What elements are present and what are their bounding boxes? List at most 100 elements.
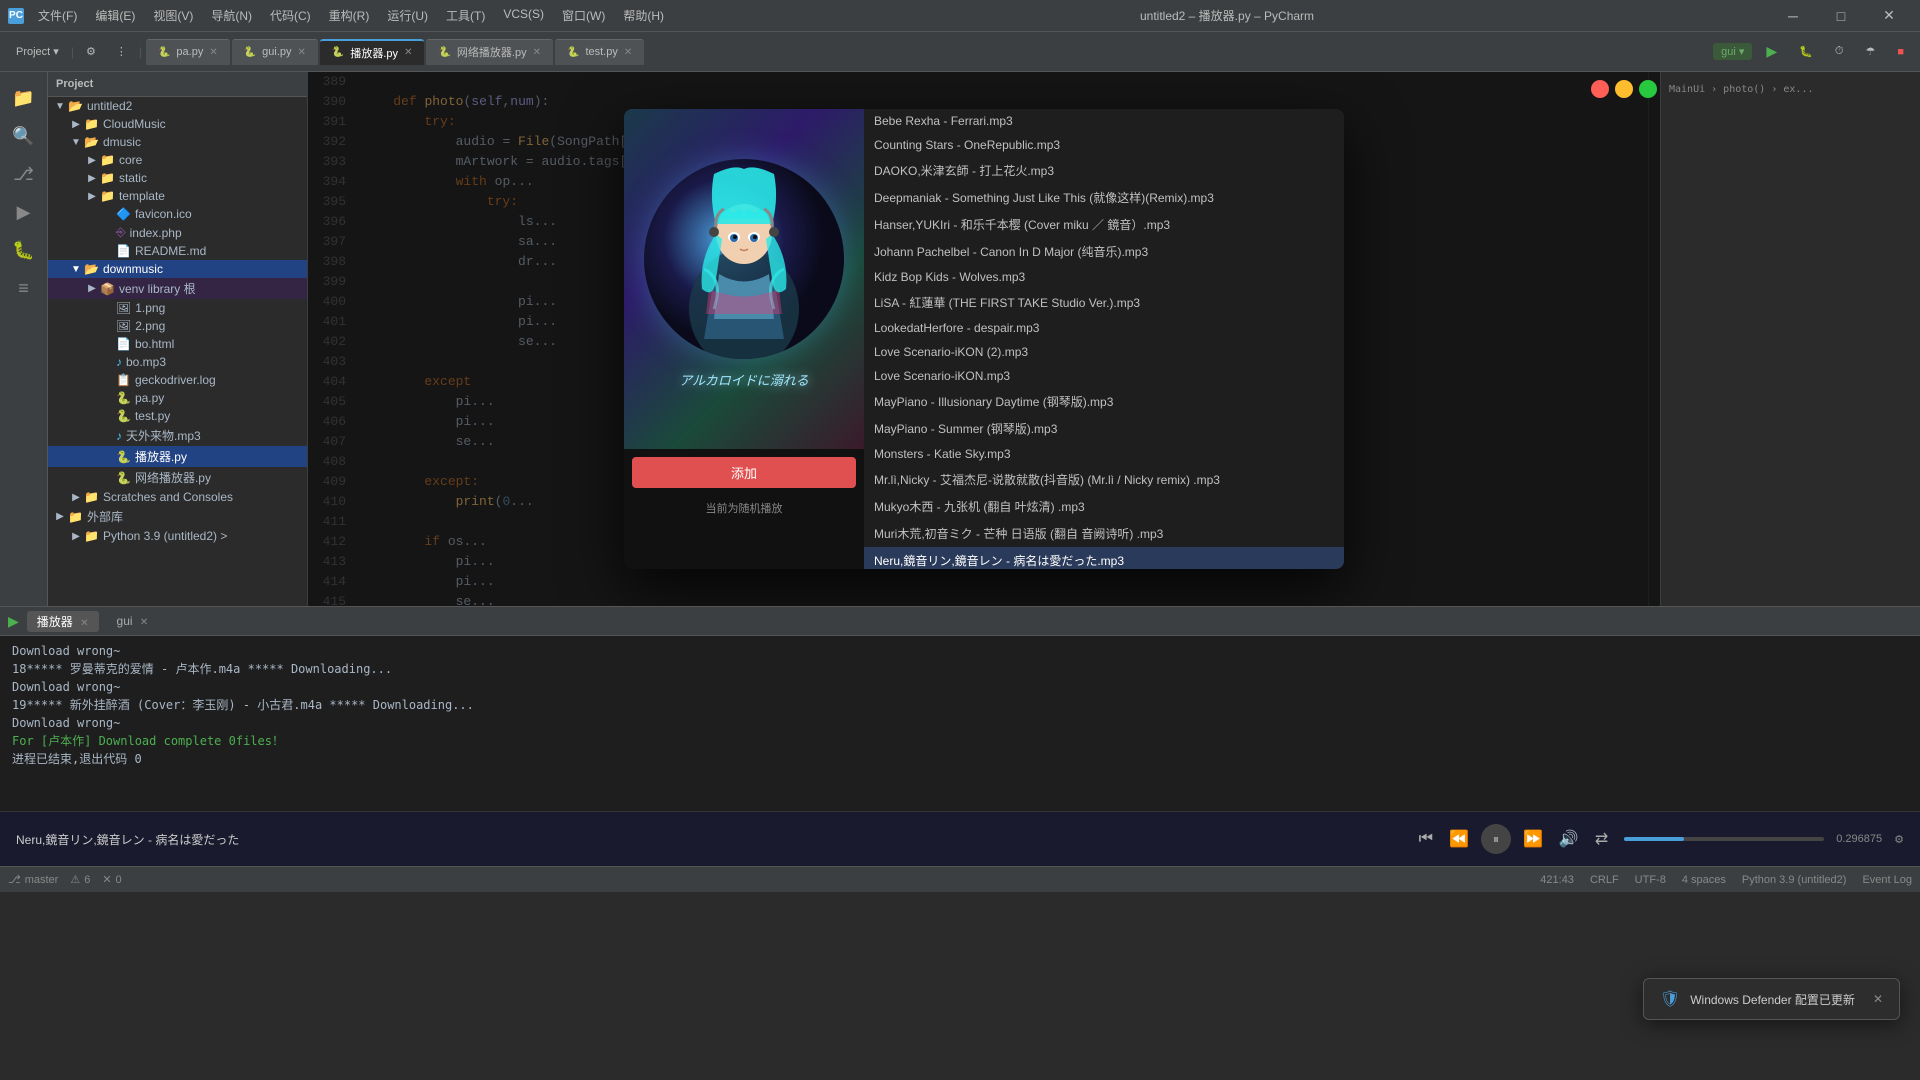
- sidebar-icon-debug[interactable]: 🐛: [6, 232, 42, 268]
- run-tab-close-player[interactable]: ✕: [80, 618, 88, 629]
- menu-help[interactable]: 帮助(H): [615, 5, 672, 26]
- run-tab-gui[interactable]: gui ✕: [107, 612, 159, 630]
- close-button[interactable]: ✕: [1866, 1, 1912, 31]
- playlist-item[interactable]: LookedatHerfore - despair.mp3: [864, 316, 1344, 340]
- run-tab-close-gui[interactable]: ✕: [140, 617, 148, 628]
- minimize-button[interactable]: ─: [1770, 1, 1816, 31]
- tree-item-template[interactable]: ▶ 📁 template: [48, 187, 307, 205]
- tree-item-ext-lib[interactable]: ▶ 📁 外部库: [48, 506, 307, 527]
- playlist-panel[interactable]: Bebe Rexha - Ferrari.mp3 Counting Stars …: [864, 109, 1344, 569]
- console-area[interactable]: Download wrong~ 18***** 罗曼蒂克的爱情 - 卢本作.m4…: [0, 636, 1920, 811]
- tab-player-py[interactable]: 🐍 播放器.py ✕: [320, 39, 425, 65]
- tree-item-static[interactable]: ▶ 📁 static: [48, 169, 307, 187]
- tree-item-tianwai-mp3[interactable]: ♪ 天外来物.mp3: [48, 425, 307, 446]
- event-log[interactable]: Event Log: [1862, 874, 1912, 886]
- playlist-item[interactable]: DAOKO,米津玄師 - 打上花火.mp3: [864, 157, 1344, 184]
- coverage-button[interactable]: ☂: [1857, 42, 1883, 61]
- progress-bar-container[interactable]: [1624, 837, 1824, 841]
- tree-item-downmusic[interactable]: ▼ 📂 downmusic: [48, 260, 307, 278]
- playlist-item[interactable]: Hanser,YUKIri - 和乐千本樱 (Cover miku ／ 鏡音）.…: [864, 211, 1344, 238]
- sidebar-icon-run[interactable]: ▶: [6, 194, 42, 230]
- menu-view[interactable]: 视图(V): [145, 5, 201, 26]
- notification-close-icon[interactable]: ✕: [1873, 992, 1883, 1006]
- tree-item-core[interactable]: ▶ 📁 core: [48, 151, 307, 169]
- tree-item-geckodriver[interactable]: 📋 geckodriver.log: [48, 371, 307, 389]
- run-button[interactable]: ▶: [1758, 40, 1785, 63]
- warning-status[interactable]: ⚠ 6: [70, 873, 90, 886]
- volume-button[interactable]: 🔊: [1555, 825, 1583, 853]
- playlist-item-playing[interactable]: Neru,鏡音リン,鏡音レン - 病名は愛だった.mp3: [864, 547, 1344, 569]
- tree-item-favicon[interactable]: 🔷 favicon.ico: [48, 205, 307, 223]
- menu-file[interactable]: 文件(F): [30, 5, 85, 26]
- tab-net-player-py[interactable]: 🐍 网络播放器.py ✕: [426, 39, 553, 65]
- tab-close-player[interactable]: ✕: [404, 47, 412, 58]
- tab-close-net-player[interactable]: ✕: [533, 47, 541, 58]
- tree-item-venv[interactable]: ▶ 📦 venv library 根: [48, 278, 307, 299]
- shuffle-button[interactable]: ⇄: [1591, 825, 1612, 853]
- python-version[interactable]: Python 3.9 (untitled2): [1742, 874, 1847, 886]
- tab-close-pa[interactable]: ✕: [209, 47, 217, 58]
- tree-item-untitled2[interactable]: ▼ 📂 untitled2: [48, 97, 307, 115]
- tab-gui-py[interactable]: 🐍 gui.py ✕: [232, 39, 318, 65]
- playlist-item[interactable]: Bebe Rexha - Ferrari.mp3: [864, 109, 1344, 133]
- playlist-item[interactable]: Kidz Bop Kids - Wolves.mp3: [864, 265, 1344, 289]
- add-song-button[interactable]: 添加: [632, 457, 856, 488]
- run-play-icon[interactable]: ▶: [8, 613, 19, 630]
- sidebar-icon-vcs[interactable]: ⎇: [6, 156, 42, 192]
- playlist-item[interactable]: MayPiano - Summer (钢琴版).mp3: [864, 415, 1344, 442]
- git-status[interactable]: ⎇ master: [8, 873, 58, 886]
- playlist-item[interactable]: Johann Pachelbel - Canon In D Major (纯音乐…: [864, 238, 1344, 265]
- menu-vcs[interactable]: VCS(S): [495, 5, 552, 26]
- tree-item-test-py[interactable]: 🐍 test.py: [48, 407, 307, 425]
- tree-item-bo-mp3[interactable]: ♪ bo.mp3: [48, 353, 307, 371]
- tree-item-player-py[interactable]: 🐍 播放器.py: [48, 446, 307, 467]
- toolbar-settings[interactable]: ⚙: [78, 42, 104, 61]
- menu-code[interactable]: 代码(C): [262, 5, 319, 26]
- playlist-item[interactable]: MayPiano - Illusionary Daytime (钢琴版).mp3: [864, 388, 1344, 415]
- menu-run[interactable]: 运行(U): [379, 5, 436, 26]
- fast-forward-button[interactable]: ⏩: [1519, 825, 1547, 853]
- playlist-item[interactable]: Mr.lì,Nicky - 艾福杰尼-说散就散(抖音版) (Mr.lì / Ni…: [864, 466, 1344, 493]
- project-dropdown[interactable]: Project ▾: [8, 42, 67, 61]
- tab-test-py[interactable]: 🐍 test.py ✕: [555, 39, 644, 65]
- tree-item-cloudmusic[interactable]: ▶ 📁 CloudMusic: [48, 115, 307, 133]
- tab-close-test[interactable]: ✕: [624, 47, 632, 58]
- tree-item-scratches[interactable]: ▶ 📁 Scratches and Consoles: [48, 488, 307, 506]
- tree-item-2png[interactable]: 🖼 2.png: [48, 317, 307, 335]
- profile-button[interactable]: ⏱: [1827, 42, 1852, 61]
- playlist-item[interactable]: LiSA - 紅蓮華 (THE FIRST TAKE Studio Ver.).…: [864, 289, 1344, 316]
- tree-item-bo-html[interactable]: 📄 bo.html: [48, 335, 307, 353]
- tree-item-index-php[interactable]: ⎆ index.php: [48, 223, 307, 242]
- settings-icon[interactable]: ⚙: [1894, 833, 1904, 846]
- debug-button[interactable]: 🐛: [1791, 42, 1821, 61]
- run-tab-player[interactable]: 播放器 ✕: [27, 611, 99, 632]
- playlist-item[interactable]: Love Scenario-iKON.mp3: [864, 364, 1344, 388]
- playlist-item[interactable]: Mukyo木西 - 九张机 (翻自 叶炫清) .mp3: [864, 493, 1344, 520]
- tree-item-python39[interactable]: ▶ 📁 Python 3.9 (untitled2) >: [48, 527, 307, 545]
- menu-tools[interactable]: 工具(T): [438, 5, 493, 26]
- error-count[interactable]: ✕ 0: [102, 873, 121, 886]
- menu-window[interactable]: 窗口(W): [554, 5, 613, 26]
- menu-edit[interactable]: 编辑(E): [87, 5, 143, 26]
- playlist-item[interactable]: Love Scenario-iKON (2).mp3: [864, 340, 1344, 364]
- tree-item-dmusic[interactable]: ▼ 📂 dmusic: [48, 133, 307, 151]
- rewind-button[interactable]: ⏪: [1445, 825, 1473, 853]
- playlist-item[interactable]: Monsters - Katie Sky.mp3: [864, 442, 1344, 466]
- playlist-item[interactable]: Deepmaniak - Something Just Like This (就…: [864, 184, 1344, 211]
- sidebar-icon-files[interactable]: 📁: [6, 80, 42, 116]
- toolbar-more[interactable]: ⋮: [108, 42, 135, 61]
- tree-item-readme[interactable]: 📄 README.md: [48, 242, 307, 260]
- maximize-button[interactable]: □: [1818, 1, 1864, 31]
- menu-nav[interactable]: 导航(N): [203, 5, 260, 26]
- play-pause-button[interactable]: ⏸: [1481, 824, 1511, 854]
- tab-pa-py[interactable]: 🐍 pa.py ✕: [146, 39, 230, 65]
- menu-refactor[interactable]: 重构(R): [321, 5, 378, 26]
- tab-close-gui[interactable]: ✕: [298, 47, 306, 58]
- playlist-item[interactable]: Counting Stars - OneRepublic.mp3: [864, 133, 1344, 157]
- prev-button[interactable]: ⏮: [1415, 826, 1437, 852]
- tree-item-1png[interactable]: 🖼 1.png: [48, 299, 307, 317]
- tree-item-pa-py[interactable]: 🐍 pa.py: [48, 389, 307, 407]
- sidebar-icon-search[interactable]: 🔍: [6, 118, 42, 154]
- tree-item-net-player-py[interactable]: 🐍 网络播放器.py: [48, 467, 307, 488]
- sidebar-icon-structure[interactable]: ≡: [6, 270, 42, 306]
